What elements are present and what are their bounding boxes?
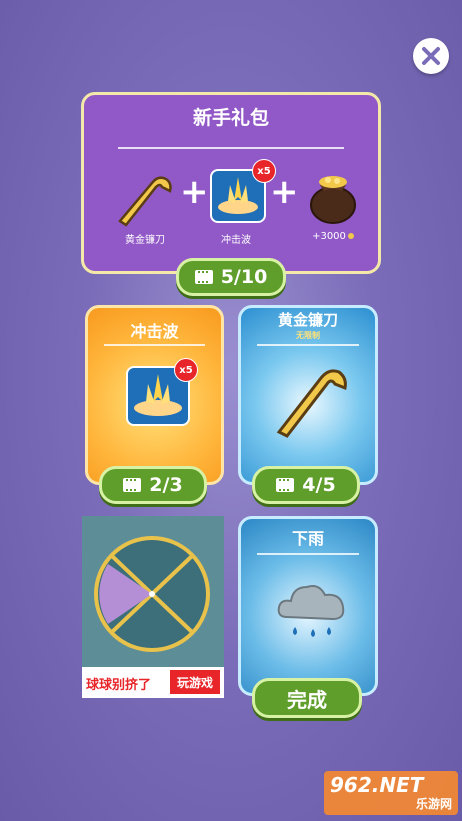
video-icon bbox=[123, 478, 142, 492]
card-subtitle: 无限制 bbox=[296, 331, 320, 340]
ad-text: 球球别挤了 bbox=[86, 678, 152, 693]
item-label-coins: +3000 bbox=[298, 231, 368, 242]
sickle-card[interactable]: 黄金镰刀 无限制 bbox=[238, 305, 378, 485]
watermark-logo: 962.NET 乐游网 bbox=[324, 771, 458, 815]
count-badge: x5 bbox=[174, 358, 198, 382]
shockwave-card[interactable]: 冲击波 x5 bbox=[85, 305, 224, 485]
video-icon bbox=[276, 478, 295, 492]
divider bbox=[104, 344, 205, 346]
divider bbox=[257, 344, 359, 346]
done-button[interactable]: 完成 bbox=[252, 678, 362, 718]
video-icon bbox=[194, 270, 213, 284]
rain-cloud-icon bbox=[277, 585, 345, 637]
newbie-watch-video-button[interactable]: 5/10 bbox=[176, 258, 286, 296]
plus-icon: + bbox=[270, 172, 299, 212]
card-title: 下雨 bbox=[291, 529, 324, 548]
ad-game-image bbox=[82, 516, 224, 667]
golden-sickle-icon bbox=[276, 369, 347, 438]
newbie-pack-card: 新手礼包 黄金镰刀 + x5 冲击波 + +3000 bbox=[81, 92, 381, 274]
sickle-watch-video-button[interactable]: 4/5 bbox=[252, 466, 360, 504]
progress-text: 5/10 bbox=[220, 266, 268, 288]
watermark-brand: 962.NET bbox=[330, 773, 424, 797]
item-label-sickle: 黄金镰刀 bbox=[125, 235, 165, 246]
watermark-sub: 乐游网 bbox=[415, 797, 452, 811]
plus-icon: + bbox=[180, 172, 209, 212]
divider bbox=[118, 147, 344, 149]
rain-card[interactable]: 下雨 bbox=[238, 516, 378, 696]
coin-bag-icon bbox=[310, 176, 356, 224]
shockwave-watch-video-button[interactable]: 2/3 bbox=[99, 466, 207, 504]
progress-text: 4/5 bbox=[302, 474, 336, 496]
divider bbox=[257, 553, 359, 555]
golden-sickle-icon bbox=[118, 176, 172, 227]
card-title: 冲击波 bbox=[130, 322, 179, 341]
newbie-pack-title: 新手礼包 bbox=[192, 107, 269, 129]
progress-text: 2/3 bbox=[149, 474, 183, 496]
item-label-shockwave: 冲击波 bbox=[221, 235, 251, 246]
close-button[interactable] bbox=[413, 38, 449, 74]
close-icon bbox=[422, 47, 440, 65]
ad-caption: 球球别挤了 玩游戏 bbox=[82, 667, 224, 698]
ad-play-button[interactable]: 玩游戏 bbox=[170, 670, 220, 694]
ad-banner[interactable]: 球球别挤了 玩游戏 bbox=[82, 516, 224, 698]
card-title: 黄金镰刀 bbox=[277, 311, 338, 329]
